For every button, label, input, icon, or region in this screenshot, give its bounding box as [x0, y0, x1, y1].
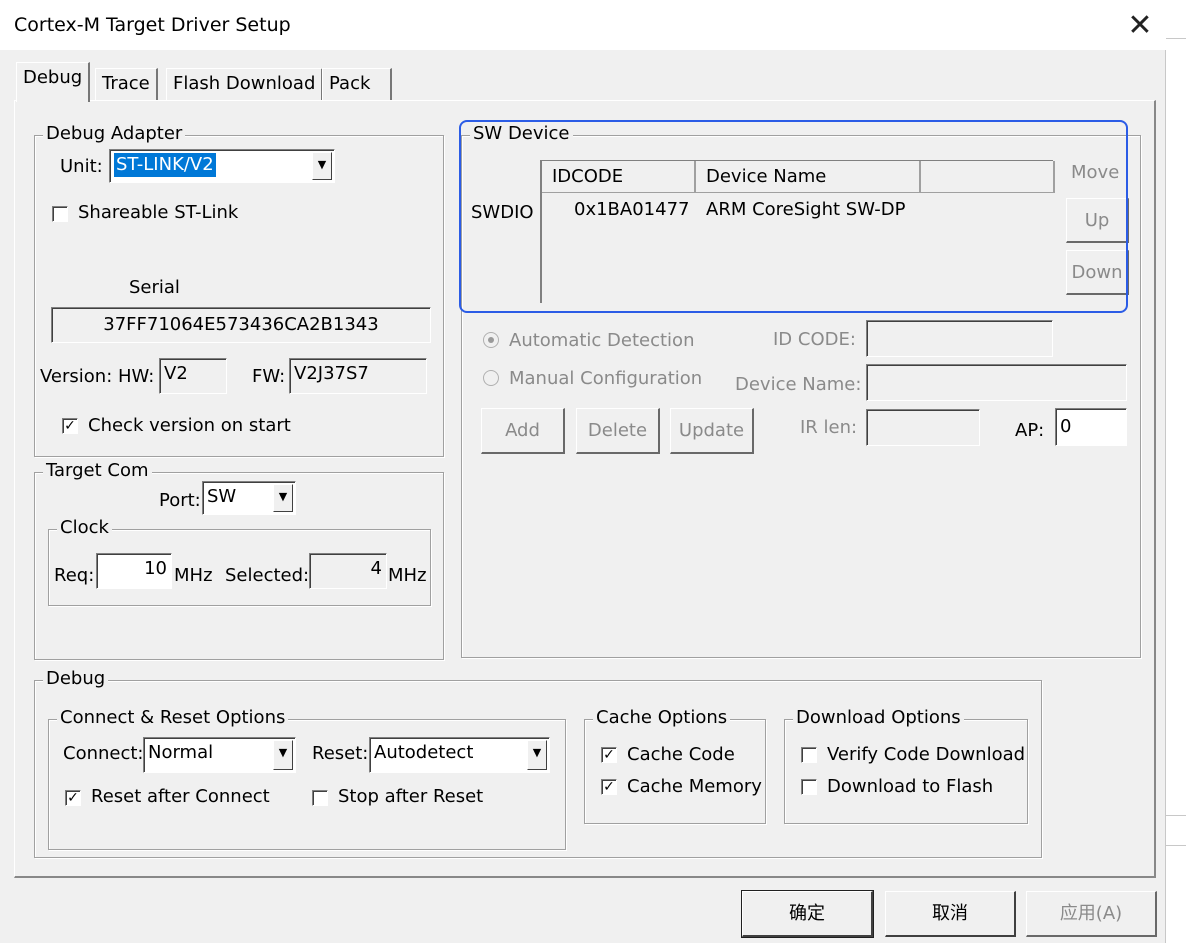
req-mhz-label: MHz: [174, 565, 213, 586]
tab-debug[interactable]: Debug: [16, 62, 91, 102]
auto-detect-radio[interactable]: [483, 332, 499, 348]
selected-field: 4: [309, 553, 387, 589]
debug-options-legend: Debug: [43, 668, 109, 690]
dialog-window: Cortex-M Target Driver Setup ✕ Debug Tra…: [0, 0, 1166, 943]
verify-download-checkbox[interactable]: [801, 747, 817, 763]
manual-config-label: Manual Configuration: [509, 368, 703, 389]
cache-memory-label: Cache Memory: [627, 776, 762, 797]
highlight-annotation-box: [459, 120, 1128, 313]
connect-label: Connect:: [63, 743, 144, 764]
tab-trace-label: Trace: [102, 73, 150, 94]
fw-version-field: V2J37S7: [289, 358, 427, 394]
check-version-checkbox[interactable]: ✓: [62, 418, 78, 434]
cache-code-checkbox[interactable]: ✓: [601, 747, 617, 763]
ok-button[interactable]: 确定: [741, 890, 874, 938]
hw-version-field: V2: [159, 358, 227, 394]
cancel-button[interactable]: 取消: [885, 891, 1016, 937]
fw-label: FW:: [252, 366, 286, 387]
debug-adapter-legend: Debug Adapter: [43, 123, 186, 145]
apply-button[interactable]: 应用(A): [1026, 891, 1157, 937]
ir-len-field[interactable]: [866, 409, 980, 446]
window-title: Cortex-M Target Driver Setup: [14, 14, 291, 36]
connect-reset-legend: Connect & Reset Options: [57, 707, 289, 729]
chevron-down-icon[interactable]: ▼: [312, 152, 332, 180]
download-to-flash-checkbox[interactable]: [801, 779, 817, 795]
download-options-group: Download Options: [784, 707, 1028, 824]
tab-pack-label: Pack: [329, 73, 371, 94]
cache-options-legend: Cache Options: [593, 707, 731, 729]
ir-len-label: IR len:: [800, 417, 858, 438]
download-options-legend: Download Options: [793, 707, 964, 729]
delete-button[interactable]: Delete: [576, 408, 660, 454]
ap-input[interactable]: 0: [1055, 408, 1127, 446]
reset-after-connect-checkbox[interactable]: ✓: [65, 790, 81, 806]
version-hw-label: Version: HW:: [40, 366, 155, 387]
chevron-down-icon[interactable]: ▼: [273, 484, 293, 512]
port-label: Port:: [159, 490, 201, 511]
req-input[interactable]: 10: [96, 553, 172, 589]
tab-flash-download-label: Flash Download: [173, 73, 316, 94]
port-select[interactable]: SW ▼: [202, 481, 296, 515]
shareable-checkbox[interactable]: [52, 206, 68, 222]
reset-label: Reset:: [312, 743, 369, 764]
device-name-label: Device Name:: [735, 374, 862, 395]
title-bar: Cortex-M Target Driver Setup ✕: [0, 0, 1166, 50]
divider: [1166, 845, 1186, 846]
cache-memory-checkbox[interactable]: ✓: [601, 779, 617, 795]
id-code-field[interactable]: [866, 320, 1053, 357]
unit-label: Unit:: [60, 156, 103, 177]
reset-after-connect-label: Reset after Connect: [91, 786, 270, 807]
ap-label: AP:: [1015, 420, 1045, 441]
selected-mhz-label: MHz: [388, 565, 427, 586]
update-button[interactable]: Update: [670, 408, 754, 454]
add-button[interactable]: Add: [481, 408, 565, 454]
debug-adapter-group: Debug Adapter: [34, 123, 444, 457]
tab-pack[interactable]: Pack: [322, 68, 392, 100]
id-code-label: ID CODE:: [773, 329, 856, 350]
stop-after-reset-label: Stop after Reset: [338, 786, 484, 807]
tab-flash-download[interactable]: Flash Download: [166, 68, 324, 100]
divider: [1166, 38, 1186, 39]
cache-options-group: Cache Options: [584, 707, 766, 824]
check-version-label: Check version on start: [88, 415, 291, 436]
reset-select[interactable]: Autodetect ▼: [369, 737, 550, 773]
req-label: Req:: [54, 565, 95, 586]
shareable-label: Shareable ST-Link: [78, 202, 239, 223]
close-icon[interactable]: ✕: [1118, 6, 1162, 46]
unit-select[interactable]: ST-LINK/V2 ▼: [109, 149, 335, 183]
tab-trace[interactable]: Trace: [95, 68, 158, 100]
reset-value: Autodetect: [374, 742, 474, 763]
stop-after-reset-checkbox[interactable]: [312, 790, 328, 806]
unit-value: ST-LINK/V2: [114, 153, 216, 177]
target-com-legend: Target Com: [43, 460, 152, 482]
tab-debug-label: Debug: [23, 67, 83, 88]
serial-field: 37FF71064E573436CA2B1343: [51, 307, 431, 343]
serial-label: Serial: [129, 277, 180, 298]
manual-config-radio[interactable]: [483, 370, 499, 386]
divider: [1166, 815, 1186, 816]
connect-value: Normal: [148, 742, 214, 763]
cache-code-label: Cache Code: [627, 744, 735, 765]
connect-select[interactable]: Normal ▼: [143, 737, 296, 773]
device-name-field[interactable]: [866, 364, 1127, 401]
chevron-down-icon[interactable]: ▼: [527, 740, 547, 770]
port-value: SW: [207, 486, 237, 507]
download-to-flash-label: Download to Flash: [827, 776, 994, 797]
chevron-down-icon[interactable]: ▼: [273, 740, 293, 770]
selected-label: Selected:: [225, 565, 310, 586]
verify-download-label: Verify Code Download: [827, 744, 1026, 765]
clock-legend: Clock: [57, 517, 112, 539]
auto-detect-label: Automatic Detection: [509, 330, 695, 351]
